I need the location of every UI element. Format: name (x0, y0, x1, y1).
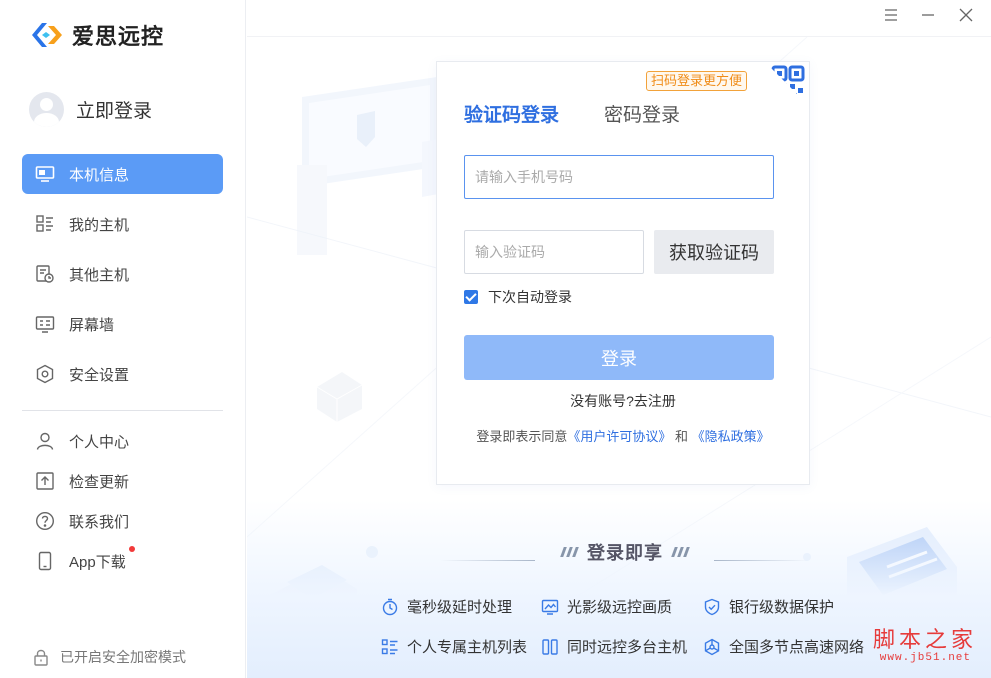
sidebar-item-label: 个人中心 (69, 433, 130, 451)
sidebar-item-label: 安全设置 (69, 366, 130, 384)
other-host-icon (35, 264, 55, 284)
verification-code-input[interactable] (464, 230, 644, 274)
sidebar-item-personal-center[interactable]: 个人中心 (22, 421, 223, 461)
no-account-text: 没有账号? (570, 393, 634, 409)
titlebar-divider (247, 36, 991, 37)
feature-label: 个人专属主机列表 (407, 639, 528, 656)
sidebar-item-check-update[interactable]: 检查更新 (22, 461, 223, 501)
sidebar-item-contact-us[interactable]: 联系我们 (22, 501, 223, 541)
tab-password-login[interactable]: 密码登录 (604, 100, 680, 127)
sidebar-item-app-download[interactable]: App下载 (22, 541, 223, 581)
network-icon (704, 638, 720, 655)
stripe-decoration (560, 547, 579, 557)
register-prompt: 没有账号?去注册 (437, 391, 809, 411)
sidebar-item-label: 联系我们 (69, 513, 130, 531)
login-entry[interactable]: 立即登录 (29, 92, 152, 127)
sidebar-item-my-hosts[interactable]: 我的主机 (22, 204, 223, 244)
new-badge-dot (129, 546, 135, 552)
user-agreement-link[interactable]: 《用户许可协议》 (567, 429, 671, 444)
question-icon (35, 511, 55, 531)
sidebar-item-label: 屏幕墙 (69, 316, 115, 334)
feature-item: 个人专属主机列表 (381, 636, 527, 657)
feature-item: 同时远控多台主机 (541, 636, 687, 657)
checkbox-checked-icon[interactable] (464, 290, 478, 304)
feature-label: 毫秒级延时处理 (407, 599, 513, 616)
get-code-button[interactable]: 获取验证码 (654, 230, 774, 274)
benefits-header: 登录即享 (530, 539, 720, 565)
secure-mode-status: 已开启安全加密模式 (32, 647, 186, 667)
feature-item: 毫秒级延时处理 (381, 596, 512, 617)
feature-item: 银行级数据保护 (703, 596, 834, 617)
feature-item: 光影级远控画质 (541, 596, 672, 617)
agreement-text: 登录即表示同意《用户许可协议》 和 《隐私政策》 (437, 426, 809, 445)
sidebar-item-label: 本机信息 (69, 166, 130, 184)
lock-icon (34, 649, 48, 666)
benefits-line-left (440, 560, 535, 561)
minimize-button[interactable] (916, 4, 940, 26)
shield-hex-icon (35, 364, 55, 384)
stripe-decoration (671, 547, 690, 557)
feature-label: 光影级远控画质 (567, 599, 673, 616)
shield-check-icon (704, 598, 720, 615)
secure-mode-label: 已开启安全加密模式 (60, 649, 186, 665)
sidebar-item-security[interactable]: 安全设置 (22, 354, 223, 394)
minimize-icon (922, 14, 934, 16)
login-button[interactable]: 登录 (464, 335, 774, 380)
qr-code-icon[interactable] (765, 62, 809, 106)
sidebar-item-screen-wall[interactable]: 屏幕墙 (22, 304, 223, 344)
sidebar: 爱思远控 立即登录 本机信息 我的主机 其他主机 屏幕墙 安全设置 个人中心 检… (0, 0, 246, 678)
screen-wall-icon (35, 314, 55, 334)
logo-icon (32, 23, 62, 47)
stopwatch-icon (382, 598, 398, 615)
feature-item: 全国多节点高速网络 (703, 636, 864, 657)
tab-sms-login[interactable]: 验证码登录 (464, 100, 559, 127)
sidebar-divider (22, 410, 223, 411)
menu-icon (885, 9, 897, 21)
upload-icon (35, 471, 55, 491)
benefits-title: 登录即享 (587, 543, 663, 563)
watermark-url: www.jb51.net (879, 652, 971, 664)
app-logo: 爱思远控 (30, 19, 164, 51)
menu-button[interactable] (879, 4, 903, 26)
auto-login-label: 下次自动登录 (488, 289, 572, 305)
user-icon (35, 431, 55, 451)
watermark-logo: 脚本之家 (872, 628, 977, 653)
qr-login-tip[interactable]: 扫码登录更方便 (646, 71, 748, 91)
monitor-icon (35, 164, 55, 184)
agreement-prefix: 登录即表示同意 (476, 429, 568, 444)
auto-login-checkbox[interactable]: 下次自动登录 (464, 287, 572, 307)
login-card: 扫码登录更方便 验证码登录 密码登录 获取验证码 下次自动登录 登录 没有账号?… (436, 61, 810, 485)
sidebar-item-label: 检查更新 (69, 473, 130, 491)
sidebar-item-local-info[interactable]: 本机信息 (22, 154, 223, 194)
list-icon (381, 638, 398, 654)
image-monitor-icon (541, 599, 559, 615)
avatar[interactable] (29, 92, 64, 127)
agreement-and: 和 (675, 429, 689, 444)
host-list-icon (35, 214, 55, 234)
close-button[interactable] (954, 4, 978, 26)
sidebar-item-label: 我的主机 (69, 216, 130, 234)
dual-device-icon (542, 638, 558, 655)
login-now-label[interactable]: 立即登录 (76, 96, 152, 123)
privacy-policy-link[interactable]: 《隐私政策》 (692, 429, 770, 444)
feature-label: 银行级数据保护 (729, 599, 835, 616)
feature-label: 全国多节点高速网络 (729, 639, 865, 656)
sidebar-item-label: App下载 (69, 553, 126, 571)
phone-number-input[interactable] (464, 155, 774, 199)
close-icon (959, 8, 973, 22)
app-name: 爱思远控 (72, 24, 165, 49)
phone-icon (35, 551, 55, 571)
benefits-line-right (714, 560, 809, 561)
sidebar-item-label: 其他主机 (69, 266, 130, 284)
sidebar-item-other-hosts[interactable]: 其他主机 (22, 254, 223, 294)
feature-label: 同时远控多台主机 (567, 639, 688, 656)
register-link[interactable]: 去注册 (634, 393, 676, 409)
